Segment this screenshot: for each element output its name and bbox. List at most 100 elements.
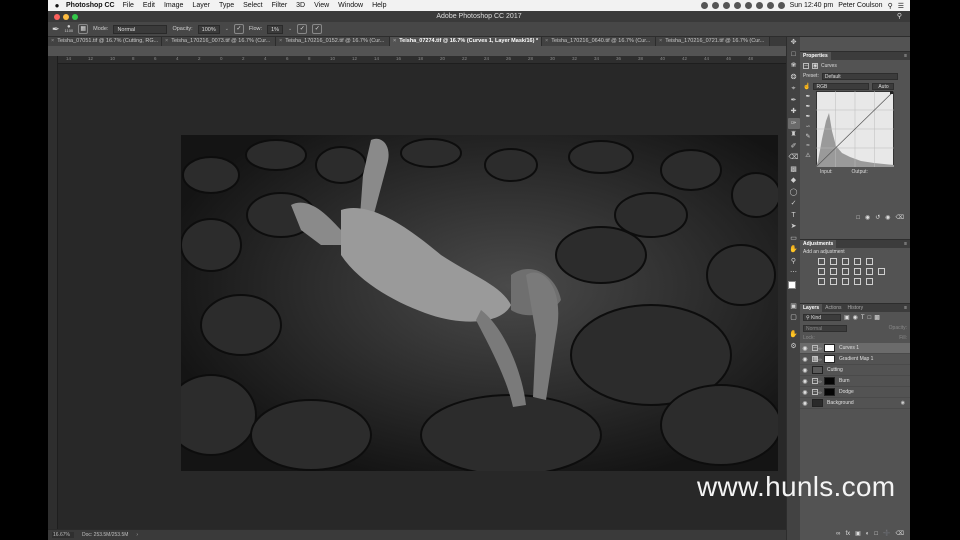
opacity-field[interactable]: 100% [197, 24, 220, 34]
history-brush-tool-icon[interactable]: ✐ [788, 141, 800, 152]
stamp-tool-icon[interactable]: ♜ [788, 129, 800, 140]
link-chain-icon[interactable]: ∞ [818, 346, 822, 351]
black-white-icon[interactable] [842, 268, 849, 275]
dodge-tool-icon[interactable]: ◯ [788, 187, 800, 198]
add-mask-icon[interactable]: ▣ [855, 530, 861, 537]
preset-select[interactable]: Default [821, 72, 898, 80]
target-adjust-icon[interactable]: ☝ [803, 83, 810, 90]
threshold-icon[interactable] [842, 278, 849, 285]
selective-color-icon[interactable] [866, 278, 873, 285]
link-chain-icon[interactable]: ∞ [818, 379, 822, 384]
visibility-eye-icon[interactable]: ◉ [800, 345, 810, 352]
extra-tool-icon[interactable]: ⚙ [788, 341, 800, 352]
clip-to-layer-icon[interactable]: □ [856, 215, 860, 221]
flow-field[interactable]: 1% [267, 24, 284, 34]
visibility-eye-icon[interactable]: ◉ [800, 378, 810, 385]
curve-points-icon[interactable]: ∽ [805, 123, 810, 130]
new-group-icon[interactable]: □ [874, 531, 878, 537]
channel-mixer-icon[interactable] [866, 268, 873, 275]
menu-3d[interactable]: 3D [296, 2, 305, 9]
delete-layer-icon[interactable]: ⌫ [896, 530, 904, 537]
close-tab-icon[interactable]: × [165, 37, 168, 46]
screen-mode-icon[interactable]: ▢ [788, 312, 800, 323]
brush-panel-toggle-icon[interactable]: ▦ [78, 24, 89, 34]
close-tab-icon[interactable]: × [659, 37, 662, 46]
menu-image[interactable]: Image [164, 2, 183, 9]
tab-adjustments[interactable]: Adjustments [800, 240, 837, 248]
document-canvas[interactable] [58, 64, 786, 529]
color-balance-icon[interactable] [830, 268, 837, 275]
doc-tab[interactable]: × Teisha_170216_0721.tif @ 16.7% (Cur... [656, 37, 770, 46]
layer-name[interactable]: Gradient Map 1 [839, 356, 873, 362]
document-image[interactable] [181, 135, 778, 471]
tab-layers[interactable]: Layers [800, 304, 823, 312]
layer-row-curves[interactable]: ◉ ∽ ∞ Curves 1 [800, 343, 910, 354]
link-chain-icon[interactable]: ∞ [818, 357, 822, 362]
pen-tool-icon[interactable]: ✓ [788, 198, 800, 209]
new-adjustment-icon[interactable]: ◐ [866, 531, 870, 537]
brush-preset-picker[interactable]: ● 1100 [65, 24, 74, 33]
smooth-curve-icon[interactable]: ≈ [806, 143, 809, 149]
layer-name[interactable]: Dodge [839, 389, 854, 395]
layer-row-cutting[interactable]: ◉ Cutting [800, 365, 910, 376]
doc-tab[interactable]: × Teisha_170216_0640.tif @ 16.7% (Cur... [542, 37, 656, 46]
brush-tool-icon[interactable]: ✒ [52, 24, 60, 35]
menu-layer[interactable]: Layer [192, 2, 210, 9]
pressure-opacity-icon[interactable]: ✓ [233, 24, 244, 34]
crop-tool-icon[interactable]: ⌖ [788, 83, 800, 94]
lasso-tool-icon[interactable]: ❀ [788, 60, 800, 71]
tab-properties[interactable]: Properties [800, 52, 831, 60]
clipping-icon[interactable]: ⚠ [805, 152, 810, 159]
marquee-tool-icon[interactable]: □ [788, 49, 800, 60]
gradient-tool-icon[interactable]: ▩ [788, 164, 800, 175]
menu-edit[interactable]: Edit [143, 2, 155, 9]
hand-tool-icon[interactable]: ✋ [788, 244, 800, 255]
doc-tab[interactable]: × Teisha_170216_0152.tif @ 16.7% (Cur... [276, 37, 390, 46]
horizontal-ruler[interactable]: 14 12 10 8 6 4 2 0 2 4 6 8 10 12 14 16 1… [58, 56, 786, 64]
close-tab-icon[interactable]: × [545, 37, 548, 46]
close-tab-icon[interactable]: × [279, 37, 282, 46]
view-previous-icon[interactable]: ◉ [865, 214, 870, 221]
curves-icon[interactable] [842, 258, 849, 265]
menu-app-name[interactable]: Photoshop CC [66, 2, 115, 9]
layer-mask-thumbnail[interactable] [824, 377, 835, 385]
blend-mode-select[interactable]: Normal [803, 324, 847, 332]
menubar-user[interactable]: Peter Coulson [838, 2, 882, 9]
airbrush-icon[interactable]: ✓ [297, 24, 308, 34]
layer-row-gradient-map[interactable]: ◉ ▩ ∞ Gradient Map 1 [800, 354, 910, 365]
quick-select-tool-icon[interactable]: ❂ [788, 72, 800, 83]
photo-filter-icon[interactable] [854, 268, 861, 275]
pressure-size-icon[interactable]: ✓ [312, 24, 323, 34]
visibility-eye-icon[interactable]: ◉ [800, 367, 810, 374]
quick-mask-icon[interactable]: ▣ [788, 301, 800, 312]
layer-mask-thumbnail[interactable] [824, 388, 835, 396]
layer-row-dodge[interactable]: ◉ ∽ ∞ Dodge [800, 387, 910, 398]
vibrance-icon[interactable] [866, 258, 873, 265]
color-swatches[interactable] [787, 279, 800, 301]
doc-tab[interactable]: × Teisha_170216_0073.tif @ 16.7% (Cur... [162, 37, 276, 46]
brush-tool-icon[interactable]: ✑ [787, 117, 800, 129]
lock-icon[interactable]: ◉ [901, 400, 905, 406]
layer-filter-icons[interactable]: ▣◉T□▩ [844, 314, 883, 321]
layer-filter-select[interactable]: ⚲ Kind [803, 314, 841, 321]
reset-icon[interactable]: ↺ [875, 214, 880, 221]
channel-select[interactable]: RGB [813, 82, 870, 90]
panel-menu-icon[interactable]: ≡ [904, 52, 910, 60]
tab-actions[interactable]: Actions [822, 304, 844, 312]
curve-pencil-icon[interactable]: ✎ [805, 133, 810, 140]
menu-view[interactable]: View [314, 2, 329, 9]
layer-mask-icon[interactable]: ◉ [812, 62, 818, 69]
layer-mask-thumbnail[interactable] [824, 344, 835, 352]
hue-saturation-icon[interactable] [818, 268, 825, 275]
layer-thumbnail[interactable] [812, 366, 823, 374]
menu-type[interactable]: Type [219, 2, 234, 9]
eyedropper-white-icon[interactable]: ✒ [805, 113, 810, 120]
layer-name[interactable]: Cutting [827, 367, 843, 373]
levels-icon[interactable] [830, 258, 837, 265]
link-chain-icon[interactable]: ∞ [818, 390, 822, 395]
doc-tab-active[interactable]: × Teisha_07274.tif @ 16.7% (Curves 1, Lay… [390, 37, 542, 46]
extra-tool-icon[interactable]: ✋ [788, 329, 800, 340]
apple-menu-icon[interactable]: ● [48, 1, 66, 10]
close-window-button[interactable] [54, 14, 60, 20]
notification-center-icon[interactable]: ☰ [898, 2, 904, 10]
